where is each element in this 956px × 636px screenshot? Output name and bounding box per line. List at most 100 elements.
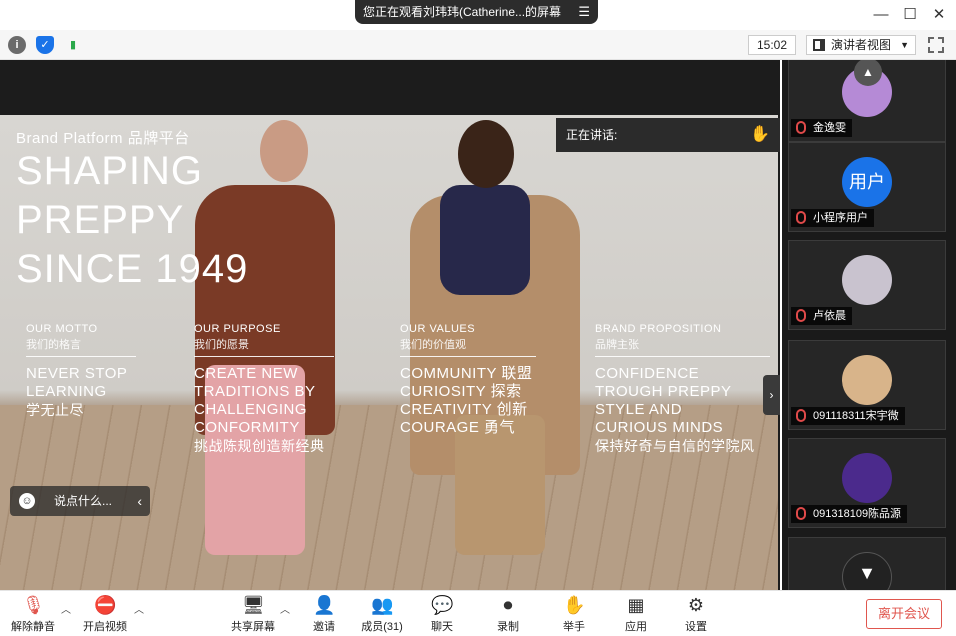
video-label: 开启视频 (83, 621, 127, 633)
close-icon[interactable]: ✕ (928, 4, 950, 26)
slide-column-proposition: BRAND PROPOSITION 品牌主张 CONFIDENCE TROUGH… (595, 323, 770, 455)
column-body: COMMUNITY 联盟 CURIOSITY 探索 CREATIVITY 创新 … (400, 365, 536, 437)
record-icon: ⏺ (503, 595, 513, 615)
view-mode-label: 演讲者视图 (831, 38, 892, 52)
column-heading: OUR PURPOSE (194, 323, 281, 335)
unmute-button[interactable]: 🎙 解除静音 (8, 595, 58, 635)
slide-headline-1: SHAPING (16, 149, 204, 193)
participant-name-text: 小程序用户 (813, 212, 868, 224)
participant-name-text: 金逸雯 (813, 122, 846, 134)
share-label: 共享屏幕 (231, 621, 275, 633)
shared-screen: Brand Platform 品牌平台 SHAPING PREPPY SINCE… (0, 60, 780, 615)
share-screen-button[interactable]: 🖥 共享屏幕 (228, 595, 278, 635)
column-line: CURIOSITY 探索 (400, 383, 522, 400)
share-banner[interactable]: 您正在观看刘玮玮(Catherine...的屏幕 ☰ (355, 0, 598, 24)
participant-tile[interactable]: 091118311宋宇微 (788, 340, 946, 430)
settings-label: 设置 (685, 621, 707, 633)
add-user-icon: 👤 (313, 595, 336, 615)
slide-column-purpose: OUR PURPOSE 我们的愿景 CREATE NEW TRADITIONS … (194, 323, 334, 455)
column-line: LEARNING (26, 383, 107, 400)
participant-name-text: 091318109陈品源 (813, 508, 902, 520)
control-bar: 🎙 解除静音 ︿ ⛔ 开启视频 ︿ 🖥 共享屏幕 ︿ 👤 邀请 👥 成员(31)… (0, 590, 956, 636)
speaking-label: 正在讲话: (566, 128, 618, 142)
column-zh: 学无止尽 (26, 402, 84, 418)
chat-button[interactable]: 💬 聊天 (424, 595, 460, 635)
leave-meeting-button[interactable]: 离开会议 (866, 599, 942, 629)
record-button[interactable]: ⏺ 录制 (490, 595, 526, 635)
invite-label: 邀请 (313, 621, 335, 633)
apps-button[interactable]: ▦ 应用 (618, 595, 654, 635)
participant-name: 小程序用户 (791, 209, 874, 227)
column-zh: 挑战陈规创造新经典 (194, 438, 325, 454)
column-body: NEVER STOP LEARNING 学无止尽 (26, 365, 136, 419)
signal-icon[interactable]: ▮ (64, 36, 82, 54)
column-subheading: 我们的价值观 (400, 336, 536, 357)
participant-tile[interactable]: ▼ (788, 537, 946, 590)
slide-headline-2: PREPPY (16, 198, 185, 242)
minimize-icon[interactable]: — (870, 4, 892, 26)
chevron-left-icon[interactable]: ‹ (137, 486, 142, 516)
video-button[interactable]: ⛔ 开启视频 (80, 595, 130, 635)
mic-muted-icon (796, 507, 806, 520)
members-label: 成员(31) (361, 621, 403, 633)
column-line: CONFORMITY (194, 419, 300, 436)
meeting-window: 您正在观看刘玮玮(Catherine...的屏幕 ☰ — ☐ ✕ i ✓ ▮ 1… (0, 0, 956, 636)
column-line: STYLE AND (595, 401, 683, 418)
participant-panel: ▲ 金逸雯 用户 小程序用户 卢依晨 091118311宋宇微 09131810… (782, 60, 956, 590)
fullscreen-icon[interactable] (928, 37, 944, 53)
shield-icon[interactable]: ✓ (36, 36, 54, 54)
emoji-icon[interactable]: ☺ (19, 493, 35, 509)
model-right-head (458, 120, 514, 188)
participant-tile[interactable]: 卢依晨 (788, 240, 946, 330)
raise-hand-button[interactable]: ✋ 举手 (556, 595, 592, 635)
gear-icon: ⚙ (687, 595, 705, 615)
participant-name-text: 091118311宋宇微 (813, 410, 899, 422)
unmute-label: 解除静音 (11, 621, 55, 633)
meeting-toolbar: i ✓ ▮ 15:02 演讲者视图 ▼ (0, 30, 956, 60)
apps-icon: ▦ (627, 595, 645, 615)
collapse-panel-handle[interactable]: › (763, 375, 780, 415)
mic-muted-icon (796, 309, 806, 322)
menu-icon[interactable]: ☰ (578, 0, 590, 24)
participant-tile[interactable]: ▲ 金逸雯 (788, 60, 946, 142)
column-heading: BRAND PROPOSITION (595, 323, 722, 335)
participant-name: 091318109陈品源 (791, 505, 908, 523)
settings-button[interactable]: ⚙ 设置 (678, 595, 714, 635)
chat-label: 聊天 (431, 621, 453, 633)
column-line: COMMUNITY 联盟 (400, 365, 533, 382)
chevron-down-icon[interactable]: ▼ (842, 552, 892, 590)
column-subheading: 我们的格言 (26, 336, 136, 357)
view-mode-dropdown[interactable]: 演讲者视图 ▼ (806, 35, 916, 55)
chat-input-pill[interactable]: ☺ 说点什么... ‹ (10, 486, 150, 516)
chevron-up-icon[interactable]: ︿ (61, 601, 71, 616)
mic-muted-icon (796, 121, 806, 134)
slide-headline-3: SINCE 1949 (16, 247, 249, 291)
slide-column-motto: OUR MOTTO 我们的格言 NEVER STOP LEARNING 学无止尽 (26, 323, 136, 419)
column-line: TRADITIONS BY (194, 383, 316, 400)
column-zh: 保持好奇与自信的学院风 (595, 438, 755, 454)
column-line: CHALLENGING (194, 401, 308, 418)
title-bar: 您正在观看刘玮玮(Catherine...的屏幕 ☰ — ☐ ✕ (0, 0, 956, 30)
column-line: TROUGH PREPPY (595, 383, 732, 400)
maximize-icon[interactable]: ☐ (899, 4, 921, 26)
grid-view-icon (813, 39, 825, 51)
members-button[interactable]: 👥 成员(31) (358, 595, 406, 635)
column-line: COURAGE 勇气 (400, 419, 516, 436)
avatar (842, 255, 892, 305)
column-line: NEVER STOP (26, 365, 128, 382)
chat-icon: 💬 (431, 595, 454, 615)
invite-button[interactable]: 👤 邀请 (304, 595, 344, 635)
chevron-up-icon[interactable]: ︿ (134, 601, 144, 616)
column-line: CREATE NEW (194, 365, 298, 382)
info-icon[interactable]: i (8, 36, 26, 54)
slide-brand: Brand Platform 品牌平台 (16, 130, 190, 147)
column-body: CONFIDENCE TROUGH PREPPY STYLE AND CURIO… (595, 365, 770, 455)
chevron-up-icon[interactable]: ︿ (280, 601, 290, 616)
waving-hand-icon: ✋ (750, 126, 770, 143)
column-line: CREATIVITY 创新 (400, 401, 528, 418)
column-subheading: 品牌主张 (595, 336, 770, 357)
participant-tile[interactable]: 091318109陈品源 (788, 438, 946, 528)
participant-name: 091118311宋宇微 (791, 407, 905, 425)
share-screen-icon: 🖥 (242, 595, 265, 615)
participant-tile[interactable]: 用户 小程序用户 (788, 142, 946, 232)
